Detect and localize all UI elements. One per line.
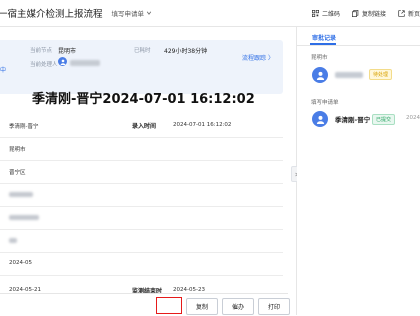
form-row: 2024-05 [0, 253, 283, 276]
flow-trace-label: 流程跟踪 [242, 55, 267, 62]
urge-button[interactable]: 催办 [222, 298, 254, 315]
handler-name-redacted [70, 60, 100, 66]
submitter-name: 季清刚-晋宁 [335, 116, 371, 124]
status-badge: 已提交 [372, 114, 396, 125]
document-title: 季清刚-晋宁2024-07-01 16:12:02 [32, 92, 255, 107]
qrcode-label: 二维码 [321, 10, 340, 18]
approval-tab[interactable]: 审批记录 [312, 33, 336, 42]
redacted-value [9, 238, 17, 243]
status-badge: 待处理 [369, 69, 393, 80]
summary-card: 中 当前节点 昆明市 当前处理人 已耗时 429小时38分钟 流程跟踪 〉 [0, 40, 283, 94]
form-row [0, 230, 283, 253]
elapsed-label: 已耗时 [134, 48, 151, 54]
user-icon [316, 71, 324, 80]
section-label: 填写申请单 [311, 100, 339, 106]
handler-avatar [58, 57, 67, 66]
approval-panel: 审批记录 昆明市 待处理 填写申请单 季清刚-晋宁 已提交 2024 [297, 27, 420, 315]
highlight-box [156, 297, 182, 314]
qrcode-icon [311, 9, 319, 17]
chevron-right-icon: 〉 [267, 55, 274, 62]
form-value: 昆明市 [9, 147, 26, 153]
user-icon [60, 59, 65, 65]
copy-link-icon [351, 9, 359, 17]
approver-name-redacted [335, 72, 363, 78]
approver-avatar [312, 67, 328, 83]
timestamp: 2024 [406, 115, 420, 121]
submitter-avatar [312, 111, 328, 127]
top-bar: 一宿主媒介检测上报流程 填写申请单 二维码 复制链接 新页 [0, 0, 420, 27]
new-tab-label: 新页 [407, 10, 420, 18]
form-row [0, 184, 283, 207]
user-icon [316, 115, 324, 124]
divider [297, 45, 420, 46]
print-button[interactable]: 打印 [258, 298, 290, 315]
form-label: 录入时间 [132, 123, 157, 130]
main-panel: 中 当前节点 昆明市 当前处理人 已耗时 429小时38分钟 流程跟踪 〉 季清… [0, 27, 288, 315]
elapsed-value: 429小时38分钟 [164, 48, 208, 55]
copy-link-button[interactable]: 复制链接 [351, 9, 386, 18]
form-value: 季清刚-晋宁 [9, 124, 39, 130]
copy-button[interactable]: 复制 [186, 298, 218, 315]
handler-label: 当前处理人 [30, 62, 58, 68]
form-row [0, 207, 283, 230]
top-actions: 二维码 复制链接 新页 [311, 0, 420, 26]
status-text: 中 [0, 67, 7, 74]
footer-bar: 复制 催办 打印 [0, 293, 290, 316]
form-row: 昆明市 [0, 138, 283, 161]
app-title: 一宿主媒介检测上报流程 [0, 9, 103, 20]
section-label: 昆明市 [311, 55, 328, 61]
form-switch-label: 填写申请单 [111, 10, 145, 18]
form-switch-dropdown[interactable]: 填写申请单 [112, 8, 153, 18]
form-row: 季清刚-晋宁 录入时间 2024-07-01 16:12:02 [0, 115, 283, 138]
form-value: 2024-05 [9, 260, 32, 266]
new-tab-icon [398, 9, 405, 17]
redacted-value [9, 192, 33, 197]
form-row: 晋宁区 [0, 161, 283, 184]
form-value: 2024-07-01 16:12:02 [173, 122, 232, 128]
qrcode-button[interactable]: 二维码 [311, 9, 340, 18]
redacted-value [9, 215, 39, 220]
region-label: 当前节点 [30, 48, 53, 54]
form-value: 晋宁区 [9, 170, 26, 176]
chevron-down-icon [146, 11, 152, 15]
new-tab-button[interactable]: 新页 [398, 9, 420, 18]
flow-trace-link[interactable]: 流程跟踪 〉 [242, 53, 274, 62]
region-value: 昆明市 [58, 48, 77, 55]
copy-link-label: 复制链接 [361, 10, 386, 18]
